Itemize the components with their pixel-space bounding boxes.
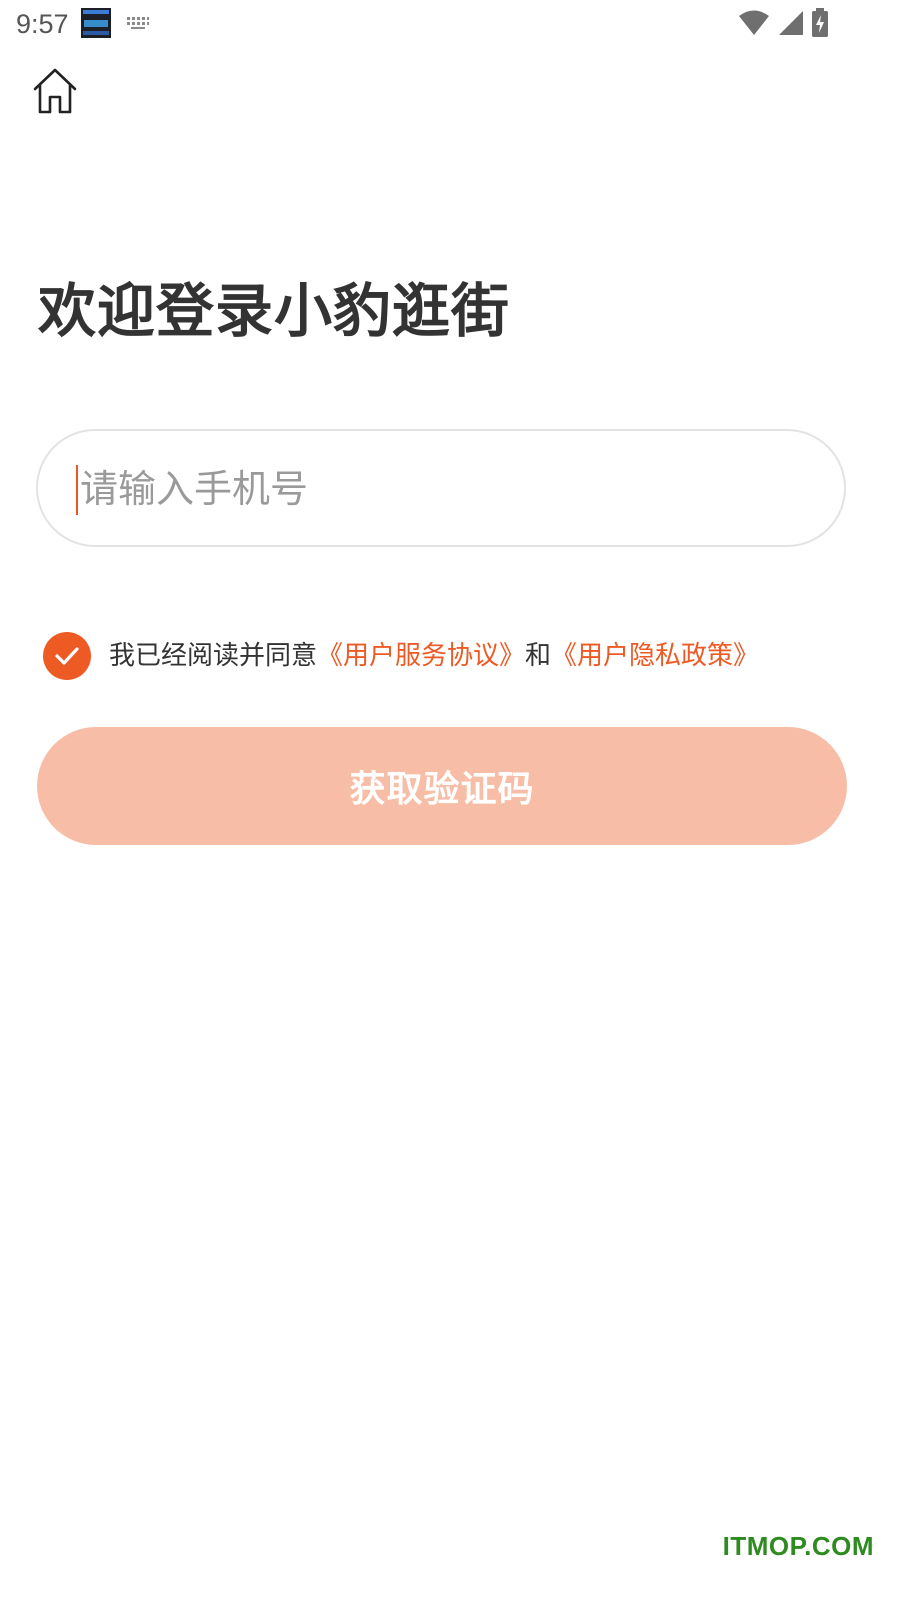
phone-input[interactable] bbox=[80, 451, 800, 527]
agreement-row: 我已经阅读并同意 《用户服务协议》 和 《用户隐私政策》 bbox=[43, 632, 759, 680]
watermark: ITMOP.COM bbox=[722, 1531, 874, 1561]
notification-app-icon bbox=[81, 8, 111, 38]
checkmark-icon bbox=[55, 647, 79, 665]
page-title: 欢迎登录小豹逛街 bbox=[38, 277, 511, 345]
agreement-connector: 和 bbox=[525, 641, 552, 671]
keyboard-icon bbox=[127, 17, 149, 29]
battery-charging-icon bbox=[812, 8, 828, 37]
phone-field[interactable] bbox=[36, 429, 846, 547]
wifi-icon bbox=[739, 10, 769, 35]
privacy-policy-link[interactable]: 《用户隐私政策》 bbox=[551, 636, 759, 676]
get-verification-code-button[interactable]: 获取验证码 bbox=[37, 727, 847, 845]
agreement-checkbox[interactable] bbox=[43, 632, 91, 680]
text-cursor bbox=[76, 465, 78, 515]
status-time: 9:57 bbox=[16, 9, 69, 39]
status-bar: 9:57 bbox=[0, 0, 900, 48]
home-button[interactable] bbox=[28, 64, 82, 118]
status-indicators bbox=[738, 8, 830, 38]
agreement-text: 我已经阅读并同意 bbox=[109, 641, 318, 671]
home-icon bbox=[33, 68, 77, 114]
cellular-signal-icon bbox=[779, 11, 803, 35]
service-agreement-link[interactable]: 《用户服务协议》 bbox=[317, 636, 525, 676]
